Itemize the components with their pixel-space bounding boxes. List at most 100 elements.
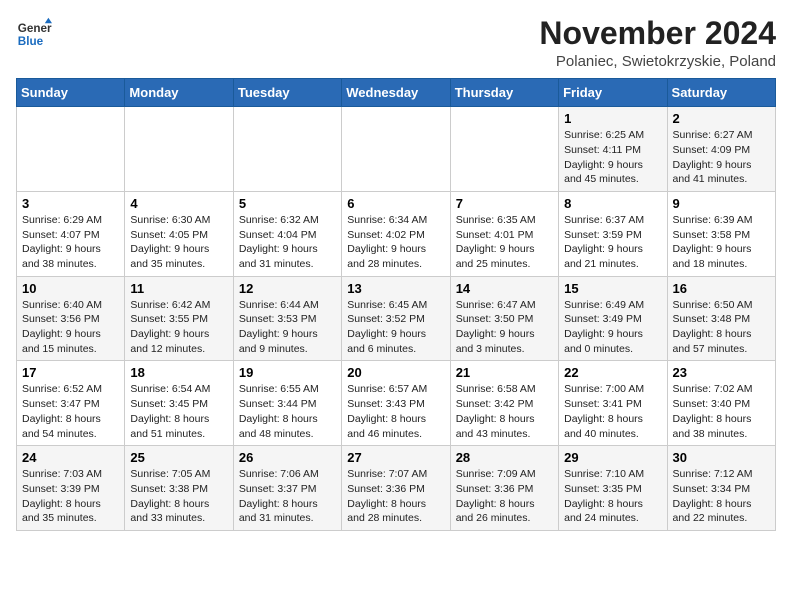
calendar-cell — [233, 107, 341, 192]
day-info: Sunrise: 6:44 AMSunset: 3:53 PMDaylight:… — [239, 298, 336, 357]
calendar-cell: 16 Sunrise: 6:50 AMSunset: 3:48 PMDayligh… — [667, 276, 775, 361]
day-info: Sunrise: 6:57 AMSunset: 3:43 PMDaylight:… — [347, 382, 444, 441]
day-info: Sunrise: 6:39 AMSunset: 3:58 PMDaylight:… — [673, 213, 770, 272]
calendar-cell: 2 Sunrise: 6:27 AMSunset: 4:09 PMDaylight… — [667, 107, 775, 192]
calendar-cell: 18 Sunrise: 6:54 AMSunset: 3:45 PMDayligh… — [125, 361, 233, 446]
day-info: Sunrise: 6:49 AMSunset: 3:49 PMDaylight:… — [564, 298, 661, 357]
day-number: 9 — [673, 196, 770, 211]
calendar-cell: 29 Sunrise: 7:10 AMSunset: 3:35 PMDayligh… — [559, 446, 667, 531]
day-number: 1 — [564, 111, 661, 126]
day-number: 6 — [347, 196, 444, 211]
day-info: Sunrise: 6:32 AMSunset: 4:04 PMDaylight:… — [239, 213, 336, 272]
calendar-cell: 14 Sunrise: 6:47 AMSunset: 3:50 PMDayligh… — [450, 276, 558, 361]
calendar-cell: 28 Sunrise: 7:09 AMSunset: 3:36 PMDayligh… — [450, 446, 558, 531]
calendar-cell: 15 Sunrise: 6:49 AMSunset: 3:49 PMDayligh… — [559, 276, 667, 361]
day-number: 16 — [673, 281, 770, 296]
day-info: Sunrise: 6:42 AMSunset: 3:55 PMDaylight:… — [130, 298, 227, 357]
day-number: 11 — [130, 281, 227, 296]
day-info: Sunrise: 7:10 AMSunset: 3:35 PMDaylight:… — [564, 467, 661, 526]
day-number: 19 — [239, 365, 336, 380]
day-number: 15 — [564, 281, 661, 296]
day-number: 13 — [347, 281, 444, 296]
day-info: Sunrise: 7:05 AMSunset: 3:38 PMDaylight:… — [130, 467, 227, 526]
calendar-cell — [342, 107, 450, 192]
calendar-cell: 7Sunrise: 6:35 AMSunset: 4:01 PMDaylight… — [450, 191, 558, 276]
day-info: Sunrise: 6:30 AMSunset: 4:05 PMDaylight:… — [130, 213, 227, 272]
calendar-cell: 20 Sunrise: 6:57 AMSunset: 3:43 PMDayligh… — [342, 361, 450, 446]
day-number: 2 — [673, 111, 770, 126]
day-info: Sunrise: 6:50 AMSunset: 3:48 PMDaylight:… — [673, 298, 770, 357]
day-number: 20 — [347, 365, 444, 380]
day-info: Sunrise: 6:37 AMSunset: 3:59 PMDaylight:… — [564, 213, 661, 272]
weekday-header-monday: Monday — [125, 79, 233, 107]
calendar-cell: 21Sunrise: 6:58 AMSunset: 3:42 PMDayligh… — [450, 361, 558, 446]
logo: General Blue — [16, 16, 52, 52]
day-info: Sunrise: 7:03 AMSunset: 3:39 PMDaylight:… — [22, 467, 119, 526]
day-number: 17 — [22, 365, 119, 380]
day-number: 21 — [456, 365, 553, 380]
calendar-cell: 22 Sunrise: 7:00 AMSunset: 3:41 PMDayligh… — [559, 361, 667, 446]
weekday-header-saturday: Saturday — [667, 79, 775, 107]
day-info: Sunrise: 7:06 AMSunset: 3:37 PMDaylight:… — [239, 467, 336, 526]
weekday-header-thursday: Thursday — [450, 79, 558, 107]
day-info: Sunrise: 7:07 AMSunset: 3:36 PMDaylight:… — [347, 467, 444, 526]
day-number: 29 — [564, 450, 661, 465]
calendar-cell: 10 Sunrise: 6:40 AMSunset: 3:56 PMDayligh… — [17, 276, 125, 361]
calendar-cell: 9 Sunrise: 6:39 AMSunset: 3:58 PMDaylight… — [667, 191, 775, 276]
day-info: Sunrise: 6:45 AMSunset: 3:52 PMDaylight:… — [347, 298, 444, 357]
day-number: 12 — [239, 281, 336, 296]
day-number: 5 — [239, 196, 336, 211]
day-number: 27 — [347, 450, 444, 465]
day-number: 28 — [456, 450, 553, 465]
calendar-cell: 5 Sunrise: 6:32 AMSunset: 4:04 PMDaylight… — [233, 191, 341, 276]
day-info: Sunrise: 6:40 AMSunset: 3:56 PMDaylight:… — [22, 298, 119, 357]
calendar-cell: 19 Sunrise: 6:55 AMSunset: 3:44 PMDayligh… — [233, 361, 341, 446]
day-info: Sunrise: 6:27 AMSunset: 4:09 PMDaylight:… — [673, 128, 770, 187]
day-number: 10 — [22, 281, 119, 296]
day-info: Sunrise: 6:25 AMSunset: 4:11 PMDaylight:… — [564, 128, 661, 187]
day-info: Sunrise: 6:29 AMSunset: 4:07 PMDaylight:… — [22, 213, 119, 272]
calendar-cell: 12 Sunrise: 6:44 AMSunset: 3:53 PMDayligh… — [233, 276, 341, 361]
calendar-cell: 8 Sunrise: 6:37 AMSunset: 3:59 PMDaylight… — [559, 191, 667, 276]
subtitle: Polaniec, Swietokrzyskie, Poland — [539, 53, 776, 70]
weekday-header-sunday: Sunday — [17, 79, 125, 107]
day-number: 3 — [22, 196, 119, 211]
calendar-cell: 17 Sunrise: 6:52 AMSunset: 3:47 PMDayligh… — [17, 361, 125, 446]
calendar-cell: 25Sunrise: 7:05 AMSunset: 3:38 PMDayligh… — [125, 446, 233, 531]
day-number: 22 — [564, 365, 661, 380]
day-info: Sunrise: 6:47 AMSunset: 3:50 PMDaylight:… — [456, 298, 553, 357]
day-number: 24 — [22, 450, 119, 465]
day-number: 18 — [130, 365, 227, 380]
calendar-cell: 3 Sunrise: 6:29 AMSunset: 4:07 PMDaylight… — [17, 191, 125, 276]
calendar-cell: 1 Sunrise: 6:25 AMSunset: 4:11 PMDaylight… — [559, 107, 667, 192]
title-block: November 2024 Polaniec, Swietokrzyskie, … — [539, 16, 776, 70]
calendar-cell: 11 Sunrise: 6:42 AMSunset: 3:55 PMDayligh… — [125, 276, 233, 361]
day-info: Sunrise: 7:00 AMSunset: 3:41 PMDaylight:… — [564, 382, 661, 441]
day-info: Sunrise: 6:54 AMSunset: 3:45 PMDaylight:… — [130, 382, 227, 441]
logo-icon: General Blue — [16, 16, 52, 52]
calendar-cell — [450, 107, 558, 192]
calendar-cell: 13 Sunrise: 6:45 AMSunset: 3:52 PMDayligh… — [342, 276, 450, 361]
day-info: Sunrise: 7:09 AMSunset: 3:36 PMDaylight:… — [456, 467, 553, 526]
weekday-header-wednesday: Wednesday — [342, 79, 450, 107]
day-info: Sunrise: 6:52 AMSunset: 3:47 PMDaylight:… — [22, 382, 119, 441]
main-title: November 2024 — [539, 16, 776, 51]
weekday-header-tuesday: Tuesday — [233, 79, 341, 107]
day-number: 23 — [673, 365, 770, 380]
calendar-cell — [125, 107, 233, 192]
day-number: 8 — [564, 196, 661, 211]
svg-text:Blue: Blue — [18, 35, 44, 48]
day-info: Sunrise: 6:55 AMSunset: 3:44 PMDaylight:… — [239, 382, 336, 441]
day-number: 26 — [239, 450, 336, 465]
day-number: 4 — [130, 196, 227, 211]
svg-text:General: General — [18, 22, 52, 35]
day-info: Sunrise: 7:02 AMSunset: 3:40 PMDaylight:… — [673, 382, 770, 441]
calendar-cell: 27 Sunrise: 7:07 AMSunset: 3:36 PMDayligh… — [342, 446, 450, 531]
day-number: 14 — [456, 281, 553, 296]
calendar-cell: 23 Sunrise: 7:02 AMSunset: 3:40 PMDayligh… — [667, 361, 775, 446]
weekday-header-friday: Friday — [559, 79, 667, 107]
calendar-cell: 4 Sunrise: 6:30 AMSunset: 4:05 PMDaylight… — [125, 191, 233, 276]
day-info: Sunrise: 7:12 AMSunset: 3:34 PMDaylight:… — [673, 467, 770, 526]
day-number: 30 — [673, 450, 770, 465]
calendar-cell: 26 Sunrise: 7:06 AMSunset: 3:37 PMDayligh… — [233, 446, 341, 531]
